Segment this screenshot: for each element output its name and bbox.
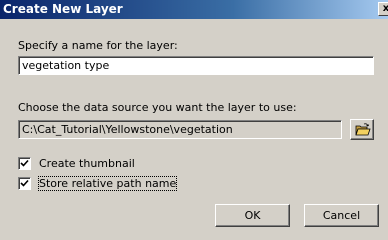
data-source-path-field[interactable]: C:\Cat_Tutorial\Yellowstone\vegetation bbox=[18, 120, 342, 139]
close-icon: x bbox=[382, 3, 388, 14]
store-relative-path-checkbox[interactable] bbox=[18, 177, 31, 190]
browse-data-source-button[interactable] bbox=[350, 119, 374, 140]
create-thumbnail-checkbox[interactable] bbox=[18, 157, 31, 170]
store-relative-path-label[interactable]: Store relative path name bbox=[37, 176, 178, 191]
cancel-button[interactable]: Cancel bbox=[304, 204, 379, 227]
layer-name-value: vegetation type bbox=[22, 59, 110, 72]
ok-button[interactable]: OK bbox=[215, 204, 290, 227]
create-new-layer-dialog: Create New Layer x Specify a name for th… bbox=[0, 0, 388, 240]
dialog-title: Create New Layer bbox=[3, 2, 123, 16]
title-bar[interactable]: Create New Layer x bbox=[0, 0, 388, 19]
layer-name-input[interactable]: vegetation type bbox=[18, 56, 374, 75]
checkmark-icon bbox=[20, 159, 29, 167]
data-source-path-value: C:\Cat_Tutorial\Yellowstone\vegetation bbox=[22, 123, 233, 136]
close-button[interactable]: x bbox=[378, 2, 388, 16]
layer-name-label: Specify a name for the layer: bbox=[18, 39, 178, 52]
checkmark-icon bbox=[20, 179, 29, 187]
open-folder-icon bbox=[355, 123, 371, 136]
create-thumbnail-label[interactable]: Create thumbnail bbox=[39, 157, 135, 170]
data-source-label: Choose the data source you want the laye… bbox=[18, 101, 297, 114]
